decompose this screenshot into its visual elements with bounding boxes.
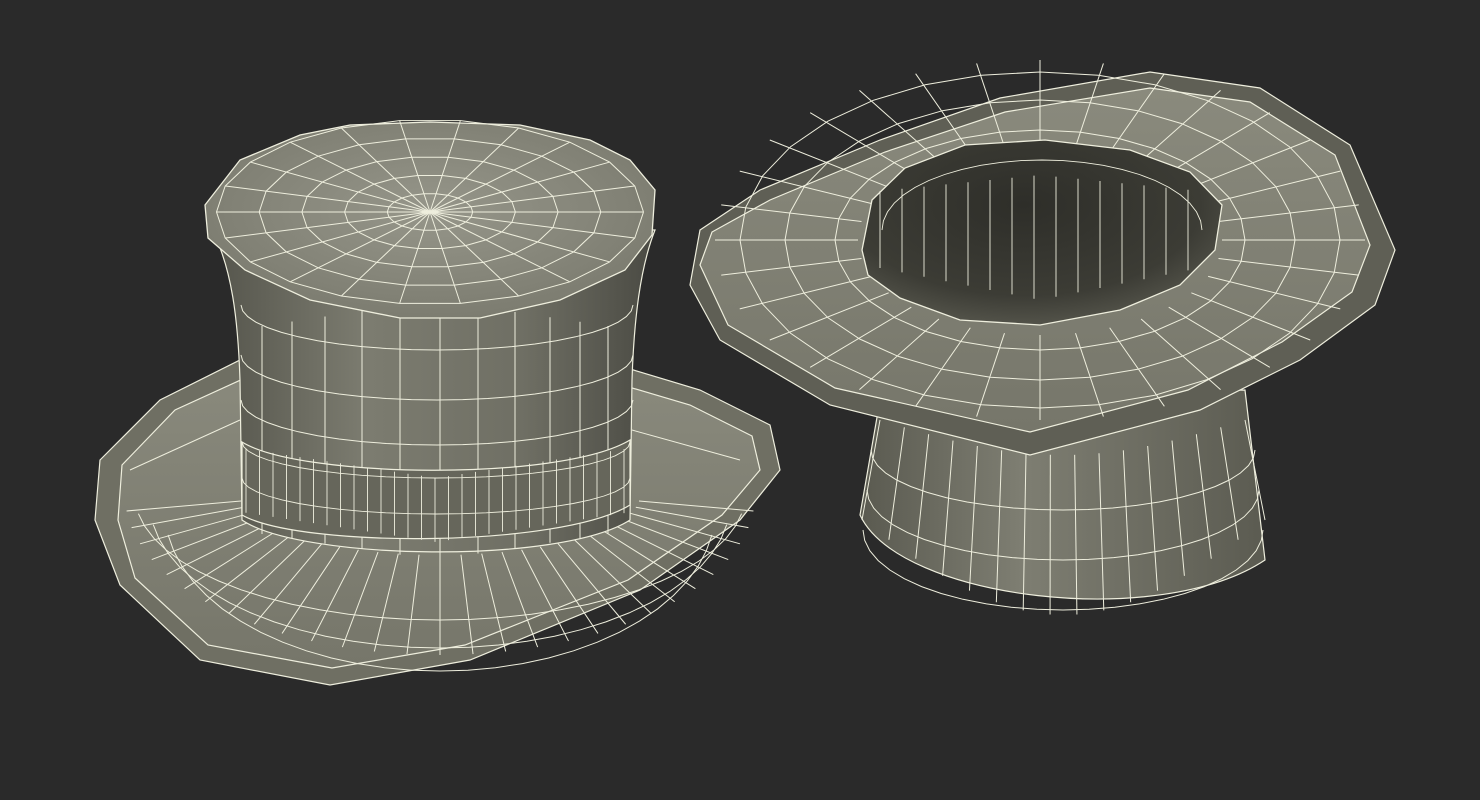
wireframe-scene [0,0,1480,800]
